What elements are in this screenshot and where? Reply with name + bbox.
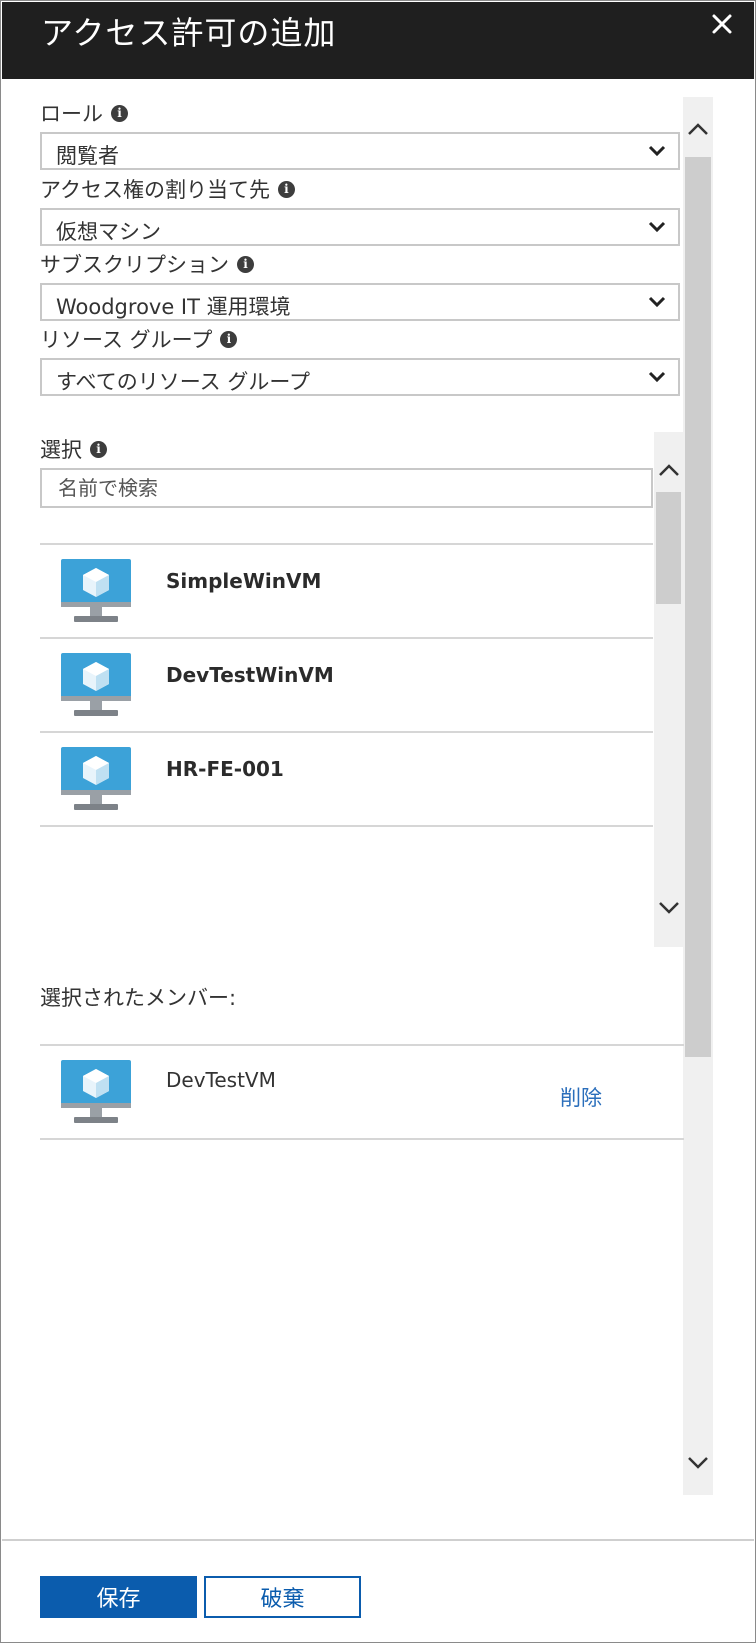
subscription-label: サブスクリプション i (40, 249, 254, 279)
role-dropdown[interactable]: 閲覧者 (40, 132, 680, 170)
resource-group-value: すべてのリソース グループ (56, 370, 311, 394)
info-icon[interactable]: i (220, 330, 238, 348)
info-icon[interactable]: i (277, 180, 295, 198)
save-button[interactable]: 保存 (40, 1576, 197, 1618)
panel-scrollbar[interactable] (683, 97, 713, 1495)
selected-member-row: DevTestVM 削除 (40, 1044, 684, 1140)
vm-name: SimpleWinVM (166, 569, 322, 593)
scroll-up-icon[interactable] (683, 117, 713, 141)
scroll-up-icon[interactable] (654, 458, 684, 482)
chevron-down-icon (648, 371, 666, 383)
vm-name: HR-FE-001 (166, 757, 284, 781)
resource-group-label: リソース グループ i (40, 324, 238, 354)
virtual-machine-icon (61, 1060, 131, 1123)
list-scrollbar-thumb[interactable] (656, 492, 681, 604)
virtual-machine-icon (61, 653, 131, 716)
scroll-down-icon[interactable] (654, 896, 684, 920)
remove-link[interactable]: 削除 (560, 1082, 602, 1112)
chevron-down-icon (648, 145, 666, 157)
select-label-text: 選択 (40, 438, 82, 462)
info-icon[interactable]: i (111, 104, 128, 122)
vm-name: DevTestWinVM (166, 663, 334, 687)
assign-to-label: アクセス権の割り当て先 i (40, 174, 295, 204)
assign-to-value: 仮想マシン (56, 220, 161, 244)
dialog-title: アクセス許可の追加 (41, 14, 337, 52)
info-icon[interactable]: i (90, 440, 107, 458)
chevron-down-icon (648, 221, 666, 233)
virtual-machine-icon (61, 559, 131, 622)
assign-to-label-text: アクセス権の割り当て先 (40, 178, 270, 202)
role-label: ロール i (40, 98, 128, 128)
member-name: DevTestVM (166, 1068, 276, 1092)
list-item[interactable]: SimpleWinVM (40, 543, 653, 637)
assign-to-dropdown[interactable]: 仮想マシン (40, 208, 680, 246)
vm-list: SimpleWinVM DevTestWinVM HR-FE-001 (40, 543, 653, 827)
resource-group-dropdown[interactable]: すべてのリソース グループ (40, 358, 680, 396)
chevron-down-icon (648, 296, 666, 308)
panel-scrollbar-thumb[interactable] (685, 157, 711, 1057)
search-input[interactable] (42, 470, 651, 506)
resource-group-label-text: リソース グループ (40, 328, 213, 352)
selected-members-label: 選択されたメンバー: (40, 986, 237, 1010)
subscription-value: Woodgrove IT 運用環境 (56, 295, 291, 319)
dialog-header: アクセス許可の追加 (2, 2, 754, 79)
list-item[interactable]: HR-FE-001 (40, 731, 653, 827)
discard-button[interactable]: 破棄 (204, 1576, 361, 1618)
subscription-label-text: サブスクリプション (40, 253, 229, 277)
list-item[interactable]: DevTestWinVM (40, 637, 653, 731)
role-value: 閲覧者 (56, 144, 119, 168)
scroll-down-icon[interactable] (683, 1451, 713, 1475)
role-label-text: ロール (40, 102, 103, 126)
close-icon[interactable] (710, 12, 734, 36)
select-label: 選択 i (40, 434, 107, 464)
subscription-dropdown[interactable]: Woodgrove IT 運用環境 (40, 283, 680, 321)
virtual-machine-icon (61, 747, 131, 810)
footer-divider (2, 1539, 754, 1541)
list-scrollbar[interactable] (654, 432, 683, 947)
search-field[interactable] (40, 468, 653, 508)
info-icon[interactable]: i (237, 255, 254, 273)
